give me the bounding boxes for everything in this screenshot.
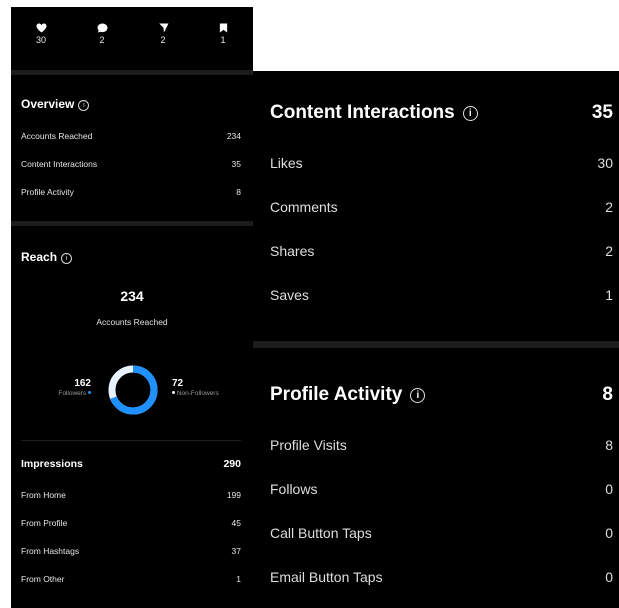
likes-stat: 30 [21,23,61,45]
divider [21,440,241,441]
content-interactions-row[interactable]: Shares 2 [270,243,613,259]
profile-activity-row[interactable]: Follows 0 [270,481,613,497]
overview-row[interactable]: Content Interactions 35 [21,159,241,169]
impressions-row[interactable]: From Hashtags 37 [21,546,241,556]
profile-activity-row[interactable]: Profile Visits 8 [270,437,613,453]
followers-value: 162 [74,378,91,389]
followers-legend: 162 Followers [49,378,91,397]
followers-dot [88,391,91,394]
non-followers-dot [172,391,175,394]
impressions-row[interactable]: From Profile 45 [21,518,241,528]
overview-row[interactable]: Profile Activity 8 [21,187,241,197]
non-followers-value: 72 [172,378,184,389]
bookmark-icon [219,23,227,33]
info-icon[interactable]: i [61,253,73,264]
impressions-row[interactable]: From Home 199 [21,490,241,500]
heart-icon [36,23,46,33]
non-followers-legend: 72 Non-Followers [172,378,219,397]
content-interactions-total: 35 [591,102,613,123]
content-interactions-row[interactable]: Saves 1 [270,287,613,303]
left-insights-panel: 30 2 2 1 Overview i Accounts Reached 234… [11,7,253,608]
profile-activity-row[interactable]: Email Button Taps 0 [270,569,613,585]
impressions-header[interactable]: Impressions 290 [21,458,241,470]
profile-activity-total: 8 [602,384,613,405]
info-icon[interactable]: i [410,388,426,403]
send-icon [157,23,168,33]
info-icon[interactable]: i [78,100,90,111]
content-interactions-row[interactable]: Likes 30 [270,155,613,171]
impressions-row[interactable]: From Other 1 [21,574,241,584]
content-interactions-title: Content Interactions i [270,102,478,124]
info-icon[interactable]: i [462,106,478,121]
reach-total-label: Accounts Reached [96,317,168,327]
comments-count: 2 [99,35,105,45]
right-insights-panel: Content Interactions i 35 Likes 30 Commen… [253,71,619,608]
shares-count: 2 [160,35,166,45]
reach-total: 234 [120,288,144,304]
followers-label: Followers [58,390,87,397]
profile-activity-row[interactable]: Call Button Taps 0 [270,525,613,541]
comments-stat: 2 [82,23,122,45]
post-stats-row: 30 2 2 1 [11,7,253,70]
overview-row[interactable]: Accounts Reached 234 [21,131,241,141]
divider [11,70,253,75]
divider [253,341,619,348]
saves-count: 1 [220,35,226,45]
profile-activity-title: Profile Activity i [270,384,426,406]
content-interactions-row[interactable]: Comments 2 [270,199,613,215]
shares-stat: 2 [143,23,183,45]
reach-title: Reach i [21,250,73,264]
divider [11,221,253,226]
overview-title: Overview i [21,97,90,111]
comment-icon [97,23,107,33]
likes-count: 30 [35,35,46,45]
saves-stat: 1 [203,23,243,45]
reach-donut-chart [108,365,158,415]
non-followers-label: Non-Followers [176,390,219,397]
